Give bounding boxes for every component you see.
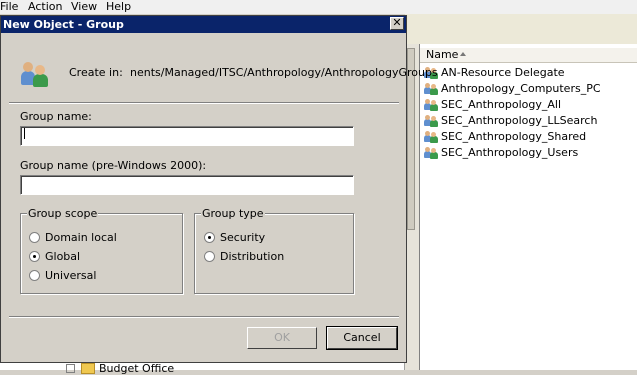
- group-name-input[interactable]: [20, 126, 354, 146]
- pre2000-name-input[interactable]: [20, 175, 354, 195]
- toolbar: [405, 14, 637, 45]
- group-icon: [21, 61, 49, 87]
- radio-label: Universal: [45, 269, 97, 282]
- radio-global[interactable]: Global: [29, 250, 80, 263]
- radio-security[interactable]: Security: [204, 231, 265, 244]
- tree-item-label: Budget Office: [99, 362, 175, 375]
- list-item[interactable]: Anthropology_Computers_PC: [424, 80, 601, 96]
- results-list: Name AN-Resource Delegate Anthropology_C…: [419, 44, 637, 370]
- group-scope-box: Group scope Domain local Global Universa…: [20, 207, 183, 294]
- list-item-label: SEC_Anthropology_Users: [441, 145, 579, 159]
- group-icon: [424, 130, 438, 143]
- column-header-label: Name: [426, 48, 459, 61]
- group-scope-title: Group scope: [27, 207, 99, 220]
- tree-item-budget-office[interactable]: Budget Office: [66, 362, 174, 375]
- new-group-dialog: New Object - Group ✕ Create in: nents/Ma…: [0, 15, 438, 363]
- menu-view[interactable]: View: [71, 1, 97, 13]
- text-cursor: [24, 128, 25, 139]
- radio-button[interactable]: [29, 232, 40, 243]
- group-name-label: Group name:: [20, 110, 92, 123]
- radio-label: Domain local: [45, 231, 117, 244]
- pre2000-name-label: Group name (pre-Windows 2000):: [20, 159, 207, 172]
- list-item-label: Anthropology_Computers_PC: [441, 81, 601, 95]
- radio-button-selected[interactable]: [204, 232, 215, 243]
- menu-help[interactable]: Help: [106, 1, 131, 13]
- list-item[interactable]: SEC_Anthropology_Users: [424, 144, 578, 160]
- close-button[interactable]: ✕: [390, 17, 404, 30]
- list-item-label: SEC_Anthropology_LLSearch: [441, 113, 598, 127]
- separator: [9, 102, 399, 104]
- expand-icon[interactable]: [66, 364, 75, 373]
- sort-ascending-icon: [460, 52, 466, 56]
- radio-button[interactable]: [204, 251, 215, 262]
- column-header-name[interactable]: Name: [420, 48, 637, 63]
- menu-file[interactable]: File: [0, 1, 18, 13]
- separator: [9, 316, 399, 318]
- ok-button[interactable]: OK: [247, 327, 317, 349]
- create-in-path: nents/Managed/ITSC/Anthropology/Anthropo…: [130, 66, 438, 79]
- group-icon: [424, 98, 438, 111]
- radio-universal[interactable]: Universal: [29, 269, 96, 282]
- list-item[interactable]: SEC_Anthropology_Shared: [424, 128, 586, 144]
- group-icon: [424, 114, 438, 127]
- list-item[interactable]: SEC_Anthropology_All: [424, 96, 561, 112]
- group-type-box: Group type Security Distribution: [194, 207, 354, 294]
- radio-distribution[interactable]: Distribution: [204, 250, 284, 263]
- radio-button[interactable]: [29, 270, 40, 281]
- radio-domain-local[interactable]: Domain local: [29, 231, 117, 244]
- create-in-label: Create in:: [69, 66, 123, 79]
- list-item-label: SEC_Anthropology_Shared: [441, 129, 587, 143]
- radio-label: Security: [220, 231, 266, 244]
- group-icon: [424, 146, 438, 159]
- menu-bar: File Action View Help: [0, 0, 637, 14]
- menu-action[interactable]: Action: [28, 1, 62, 13]
- group-icon: [424, 82, 438, 95]
- dialog-titlebar[interactable]: New Object - Group ✕: [1, 16, 406, 33]
- group-type-title: Group type: [201, 207, 265, 220]
- radio-label: Global: [45, 250, 81, 263]
- radio-button-selected[interactable]: [29, 251, 40, 262]
- list-item-label: SEC_Anthropology_All: [441, 97, 562, 111]
- list-item-label: AN-Resource Delegate: [441, 65, 565, 79]
- list-item[interactable]: SEC_Anthropology_LLSearch: [424, 112, 597, 128]
- list-item[interactable]: AN-Resource Delegate: [424, 64, 565, 80]
- dialog-title: New Object - Group: [3, 18, 124, 31]
- folder-icon: [81, 363, 95, 374]
- cancel-button[interactable]: Cancel: [326, 326, 398, 350]
- radio-label: Distribution: [220, 250, 285, 263]
